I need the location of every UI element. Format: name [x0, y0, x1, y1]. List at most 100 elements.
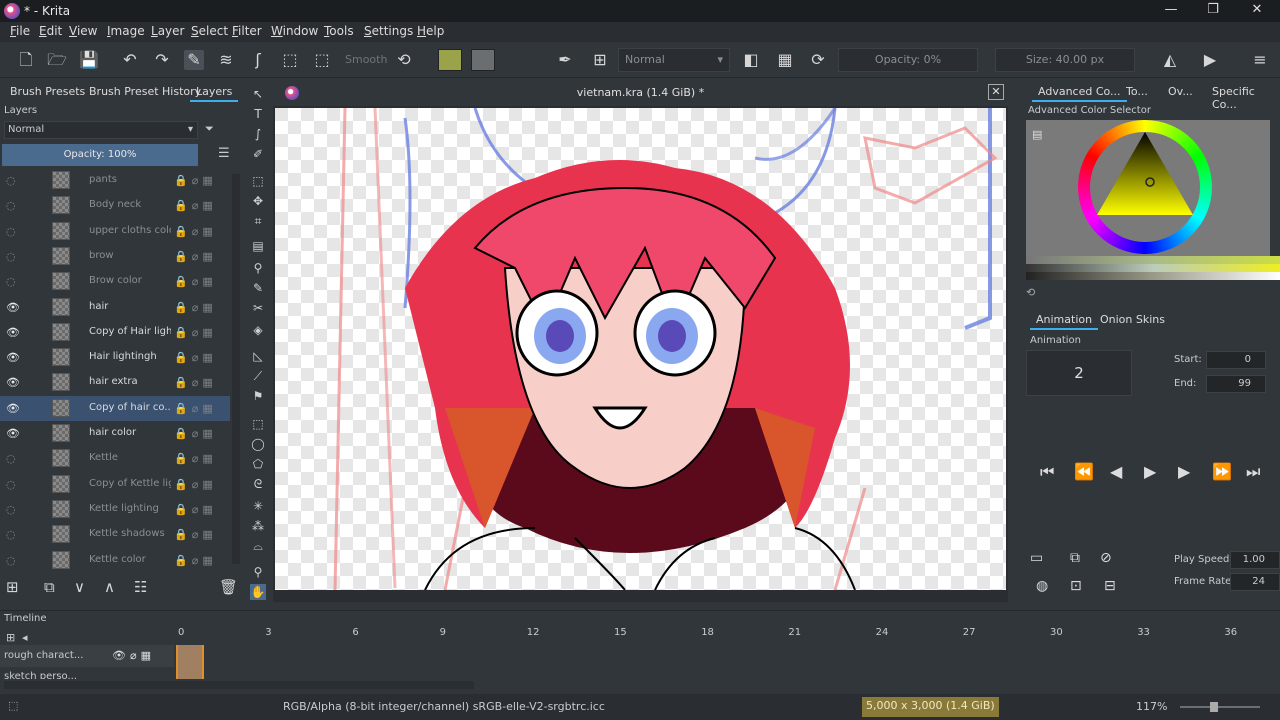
- onion-skin-icon[interactable]: ◍: [1036, 578, 1048, 594]
- gradient-tool-icon[interactable]: ▤: [250, 238, 266, 254]
- layer-row[interactable]: ◌ brow 🔒⌀▦: [0, 244, 230, 269]
- visibility-eye-icon[interactable]: ◌: [6, 528, 20, 541]
- dynamic-brush-icon[interactable]: ʃ: [248, 50, 268, 70]
- layer-lock-alpha-icons[interactable]: 🔒⌀▦: [174, 275, 217, 288]
- shade-strip-3[interactable]: [1026, 272, 1280, 280]
- rect-select-tool-icon[interactable]: ⬚: [250, 416, 266, 432]
- menu-window[interactable]: Window: [271, 24, 318, 38]
- alpha-lock-icon[interactable]: ▦: [775, 50, 795, 70]
- move-tool-icon[interactable]: ✥: [250, 193, 266, 209]
- layer-row[interactable]: ◌ Kettle 🔒⌀▦: [0, 446, 230, 471]
- timeline-layer-row[interactable]: sketch perso...: [0, 669, 174, 679]
- visibility-eye-icon[interactable]: ◌: [6, 275, 20, 288]
- delete-layer-icon[interactable]: 🗑: [219, 578, 238, 596]
- tab-overview[interactable]: Ov...: [1162, 82, 1199, 102]
- canvas-horizontal-scrollbar[interactable]: [281, 592, 1001, 600]
- ellipse-select-tool-icon[interactable]: ◯: [250, 436, 266, 452]
- layer-lock-alpha-icons[interactable]: 🔒⌀▦: [174, 478, 217, 491]
- bezier-select-tool-icon[interactable]: ⌓: [250, 538, 266, 554]
- remove-keyframe-icon[interactable]: ⊘: [1100, 550, 1112, 566]
- layer-lock-alpha-icons[interactable]: 🔒⌀▦: [174, 554, 217, 567]
- transform-tool-icon[interactable]: ⬚: [250, 173, 266, 189]
- first-frame-icon[interactable]: ⏮: [1040, 462, 1054, 482]
- layer-row[interactable]: 👁 hair color 🔒⌀▦: [0, 421, 230, 446]
- tab-brush-preset-history[interactable]: Brush Preset History: [83, 82, 207, 102]
- next-frame-icon[interactable]: ▶: [1178, 462, 1190, 481]
- multibrush-icon[interactable]: ≋: [216, 50, 236, 70]
- pan-tool-icon[interactable]: ✋: [250, 584, 266, 600]
- colorize-mask-tool-icon[interactable]: ✎: [250, 280, 266, 296]
- layer-lock-alpha-icons[interactable]: 🔒⌀▦: [174, 452, 217, 465]
- layer-row[interactable]: ◌ Copy of Kettle lig...🔒⌀▦: [0, 472, 230, 497]
- layer-row[interactable]: 👁 hair extra 🔒⌀▦: [0, 370, 230, 395]
- filter-icon[interactable]: ⏷: [205, 122, 214, 136]
- previous-frame-icon[interactable]: ◀: [1110, 462, 1122, 481]
- visibility-eye-icon[interactable]: 👁: [6, 402, 20, 415]
- layer-row[interactable]: ◌ Kettle shadows 🔒⌀▦: [0, 522, 230, 547]
- timeline-options-icon[interactable]: ◂: [22, 631, 28, 644]
- tab-layers[interactable]: Layers: [190, 82, 239, 102]
- visibility-eye-icon[interactable]: ◌: [6, 250, 20, 263]
- current-frame-spinbox[interactable]: 2: [1026, 350, 1132, 396]
- end-frame-input[interactable]: 99: [1206, 375, 1266, 393]
- hue-ring[interactable]: [1078, 120, 1212, 254]
- similar-select-tool-icon[interactable]: ⁂: [250, 518, 266, 534]
- layer-lock-alpha-icons[interactable]: 🔒⌀▦: [174, 174, 217, 187]
- size-slider[interactable]: Size: 40.00 px: [995, 48, 1135, 72]
- layer-row[interactable]: 👁 Hair lightingh 🔒⌀▦: [0, 345, 230, 370]
- visibility-eye-icon[interactable]: ◌: [6, 225, 20, 238]
- play-icon[interactable]: ▶: [1144, 462, 1156, 481]
- save-icon[interactable]: 💾: [79, 50, 99, 70]
- layer-row[interactable]: ◌ Body neck 🔒⌀▦: [0, 193, 230, 218]
- drawing-canvas[interactable]: [275, 108, 1006, 590]
- select-shapes-tool-icon[interactable]: ↖: [250, 86, 266, 102]
- menu-layer[interactable]: Layer: [151, 24, 184, 38]
- visibility-eye-icon[interactable]: 👁: [6, 326, 20, 339]
- opacity-slider[interactable]: Opacity: 0%: [838, 48, 978, 72]
- zoom-level[interactable]: 117%: [1136, 700, 1167, 713]
- timeline-add-layer-icon[interactable]: ⊞: [6, 631, 15, 644]
- tab-tool-options[interactable]: To...: [1120, 82, 1154, 102]
- last-frame-icon[interactable]: ⏭: [1246, 462, 1260, 482]
- next-keyframe-icon[interactable]: ⏩: [1212, 462, 1232, 481]
- selection-mode-icon[interactable]: ⬚: [8, 699, 18, 712]
- layer-row[interactable]: 👁 hair 🔒⌀▦: [0, 295, 230, 320]
- stabilizer-icon[interactable]: ⟲: [394, 50, 414, 70]
- current-frame-marker[interactable]: [176, 645, 204, 679]
- layer-row[interactable]: ◌ Brow color 🔒⌀▦: [0, 269, 230, 294]
- shade-strip-1[interactable]: [1026, 256, 1280, 264]
- image-dimensions[interactable]: 5,000 x 3,000 (1.4 GiB): [862, 697, 999, 717]
- reference-tool-icon[interactable]: ⚑: [250, 388, 266, 404]
- mirror-vertical-icon[interactable]: ▶: [1200, 50, 1220, 70]
- visibility-eye-icon[interactable]: ◌: [6, 452, 20, 465]
- new-document-icon[interactable]: 🗋: [16, 50, 36, 70]
- layer-row[interactable]: 👁 Copy of hair co... 🔒⌀▦: [0, 395, 230, 421]
- visibility-eye-icon[interactable]: 👁: [6, 351, 20, 364]
- polygon-select-tool-icon[interactable]: ⬠: [250, 456, 266, 472]
- layer-row[interactable]: 👁 Copy of Hair ligh...🔒⌀▦: [0, 320, 230, 345]
- layer-blend-mode-select[interactable]: Normal ▾: [4, 121, 198, 139]
- visibility-eye-icon[interactable]: 👁: [6, 376, 20, 389]
- move-selection-icon[interactable]: ⬚: [312, 50, 332, 70]
- layer-lock-alpha-icons[interactable]: 🔒⌀▦: [174, 528, 217, 541]
- duplicate-layer-icon[interactable]: ⧉: [44, 578, 55, 596]
- frame-rate-input[interactable]: 24: [1230, 573, 1280, 591]
- layer-opacity-slider[interactable]: Opacity: 100%: [2, 144, 198, 166]
- tab-advanced-color[interactable]: Advanced Co...: [1032, 82, 1127, 102]
- transform-icon[interactable]: ⬚: [280, 50, 300, 70]
- redo-icon[interactable]: ↷: [152, 50, 172, 70]
- visibility-eye-icon[interactable]: ◌: [6, 478, 20, 491]
- play-speed-input[interactable]: 1.00: [1230, 551, 1280, 569]
- layer-lock-alpha-icons[interactable]: 🔒⌀▦: [174, 225, 217, 238]
- zoom-tool-icon[interactable]: ⚲: [250, 564, 266, 580]
- menu-file[interactable]: File: [10, 24, 30, 38]
- visibility-eye-icon[interactable]: 👁: [6, 301, 20, 314]
- layer-row[interactable]: ◌ Kettle color 🔒⌀▦: [0, 548, 230, 573]
- measure-tool-icon[interactable]: ⟋: [250, 368, 266, 384]
- color-picker-tool-icon[interactable]: ⚲: [250, 260, 266, 276]
- saturation-triangle[interactable]: [1078, 120, 1212, 254]
- menu-filter[interactable]: Filter: [232, 24, 262, 38]
- freehand-select-tool-icon[interactable]: ᘓ: [250, 476, 266, 492]
- menu-image[interactable]: Image: [107, 24, 145, 38]
- layer-lock-alpha-icons[interactable]: 🔒⌀▦: [174, 250, 217, 263]
